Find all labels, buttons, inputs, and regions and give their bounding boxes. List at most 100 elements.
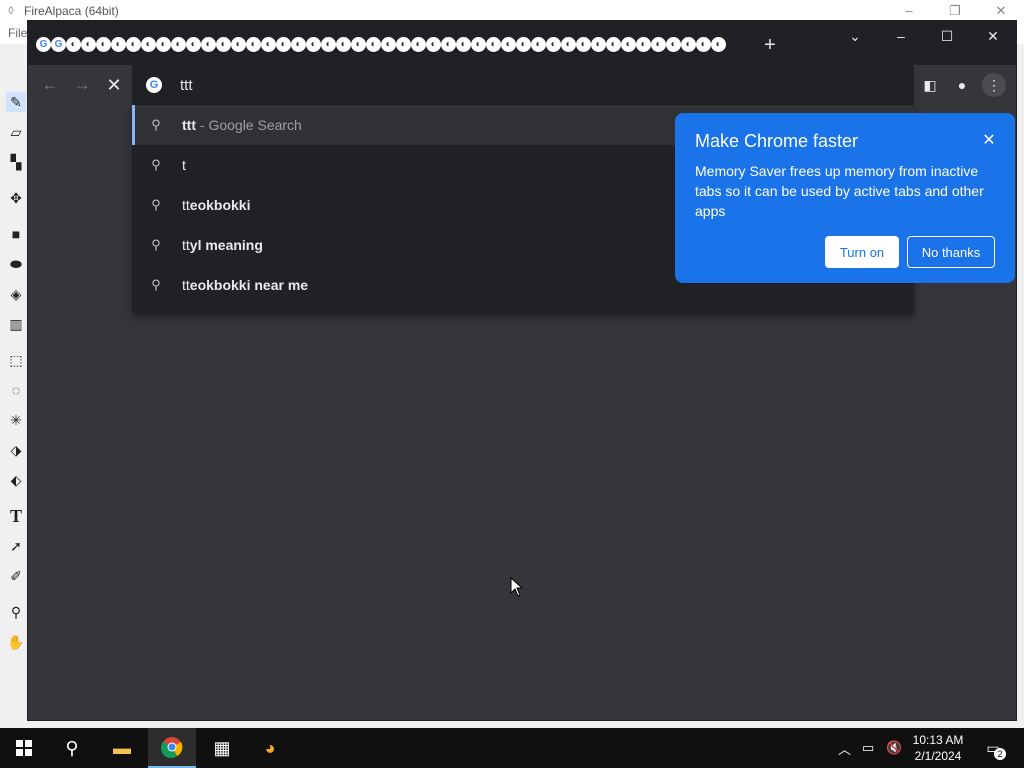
volume-muted-icon[interactable]: 🔇 [886, 728, 902, 768]
firealpaca-close-button[interactable]: ✕ [978, 0, 1024, 22]
tab-favicon-icon[interactable]: ◐ [216, 37, 231, 52]
chrome-close-button[interactable]: ✕ [970, 21, 1016, 51]
eraser-tool-icon[interactable]: ▱ [6, 122, 26, 142]
tab-favicon-icon[interactable]: ◐ [636, 37, 651, 52]
chrome-menu-icon[interactable]: ⋮ [982, 73, 1006, 97]
tab-favicon-icon[interactable]: ◐ [516, 37, 531, 52]
tab-favicon-icon[interactable]: ◐ [396, 37, 411, 52]
text-tool-icon[interactable]: T [6, 506, 26, 526]
tab-favicon-icon[interactable]: ◐ [156, 37, 171, 52]
tray-chevron-icon[interactable]: ︿ [838, 728, 851, 768]
tab-favicon-icon[interactable]: ◐ [231, 37, 246, 52]
tab-favicon-icon[interactable]: G [51, 37, 66, 52]
hand-tool-icon[interactable]: ✋ [6, 632, 26, 652]
memory-saver-promo: Make Chrome faster ✕ Memory Saver frees … [675, 113, 1015, 283]
firealpaca-title: FireAlpaca (64bit) [24, 4, 119, 18]
turn-on-button[interactable]: Turn on [825, 236, 899, 268]
brush-tool-icon[interactable]: ✎ [6, 92, 26, 112]
search-icon[interactable]: ⚲ [48, 728, 96, 768]
search-icon: ⚲ [151, 197, 161, 212]
tab-favicon-icon[interactable]: ◐ [81, 37, 96, 52]
no-thanks-button[interactable]: No thanks [907, 236, 995, 268]
bucket-tool-icon[interactable]: ◈ [6, 284, 26, 304]
address-bar-input[interactable] [180, 75, 680, 95]
back-arrow-icon[interactable]: ← [38, 73, 62, 97]
tab-favicon-icon[interactable]: ◐ [546, 37, 561, 52]
tab-favicon-icon[interactable]: ◐ [696, 37, 711, 52]
select-tool-icon[interactable]: ⬚ [6, 350, 26, 370]
magic-wand-tool-icon[interactable]: ✳ [6, 410, 26, 430]
tab-favicon-icon[interactable]: ◐ [291, 37, 306, 52]
tab-favicon-icon[interactable]: ◐ [501, 37, 516, 52]
suggestion-typed-text: tt [182, 197, 190, 213]
tab-favicon-icon[interactable]: ◐ [306, 37, 321, 52]
tab-favicon-icon[interactable]: ◐ [261, 37, 276, 52]
tab-favicon-icon[interactable]: ◐ [366, 37, 381, 52]
tab-favicon-icon[interactable]: ◐ [426, 37, 441, 52]
move-tool-icon[interactable]: ✥ [6, 188, 26, 208]
tab-favicon-icon[interactable]: ◐ [681, 37, 696, 52]
tab-favicon-icon[interactable]: ◐ [321, 37, 336, 52]
tab-favicon-icon[interactable]: G [36, 37, 51, 52]
tab-favicon-icon[interactable]: ◐ [246, 37, 261, 52]
start-windows-icon[interactable] [0, 728, 48, 768]
operation-tool-icon[interactable]: ➚ [6, 536, 26, 556]
tab-favicon-icon[interactable]: ◐ [201, 37, 216, 52]
forward-arrow-icon[interactable]: → [70, 73, 94, 97]
tab-favicon-icon[interactable]: ◐ [561, 37, 576, 52]
tab-favicon-icon[interactable]: ◐ [621, 37, 636, 52]
tab-favicon-icon[interactable]: ◐ [576, 37, 591, 52]
tab-favicon-icon[interactable]: ◐ [276, 37, 291, 52]
tab-favicon-icon[interactable]: ◐ [711, 37, 726, 52]
stop-loading-icon[interactable]: ✕ [102, 73, 126, 97]
chrome-maximize-button[interactable]: ☐ [924, 21, 970, 51]
tab-favicon-icon[interactable]: ◐ [66, 37, 81, 52]
eyedropper-tool-icon[interactable]: ⚲ [6, 602, 26, 622]
rectangle-tool-icon[interactable]: ■ [6, 224, 26, 244]
tab-favicon-icon[interactable]: ◐ [141, 37, 156, 52]
firealpaca-menu-file[interactable]: File [0, 22, 28, 44]
system-clock[interactable]: 10:13 AM 2/1/2024 [906, 732, 970, 764]
tab-favicon-icon[interactable]: ◐ [336, 37, 351, 52]
tab-favicon-icon[interactable]: ◐ [591, 37, 606, 52]
lasso-tool-icon[interactable]: ◌ [6, 380, 26, 400]
dot-tool-icon[interactable]: ▚ [6, 152, 26, 172]
tab-favicon-icon[interactable]: ◐ [486, 37, 501, 52]
tab-favicon-icon[interactable]: ◐ [171, 37, 186, 52]
gradient-tool-icon[interactable]: ▥ [6, 314, 26, 334]
shape-tool-icon[interactable]: ⬬ [6, 254, 26, 274]
tab-favicon-icon[interactable]: ◐ [126, 37, 141, 52]
tab-favicon-icon[interactable]: ◐ [381, 37, 396, 52]
tab-favicon-icon[interactable]: ◐ [531, 37, 546, 52]
network-icon[interactable]: ▭ [862, 728, 874, 768]
chrome-taskbar-icon[interactable] [148, 728, 196, 768]
tab-favicon-icon[interactable]: ◐ [96, 37, 111, 52]
tab-favicon-icon[interactable]: ◐ [456, 37, 471, 52]
tab-favicon-icon[interactable]: ◐ [186, 37, 201, 52]
file-explorer-icon[interactable]: ▬ [98, 728, 146, 768]
tab-favicon-icon[interactable]: ◐ [411, 37, 426, 52]
firealpaca-minimize-button[interactable]: – [886, 0, 932, 22]
tab-favicon-icon[interactable]: ◐ [651, 37, 666, 52]
tab-favicon-icon[interactable]: ◐ [441, 37, 456, 52]
tab-favicon-icon[interactable]: ◐ [471, 37, 486, 52]
notification-center-icon[interactable]: ▭ 2 [980, 736, 1006, 760]
tab-favicon-icon[interactable]: ◐ [111, 37, 126, 52]
tabs-row: G G ◐ ◐ ◐ ◐ ◐ ◐ ◐ ◐ ◐ ◐ ◐ ◐ ◐ ◐ ◐ ◐ ◐ ◐ ◐ ◐ ◐ ◐ ◐ ◐ ◐ ◐ ◐ ◐ ◐ ◐ ◐ ◐ ◐ ◐ ◐ ◐ ◐ ◐… [36, 37, 726, 57]
firealpaca-taskbar-icon[interactable]: ◕ [246, 728, 294, 768]
side-panel-icon[interactable]: ◧ [918, 73, 942, 97]
tab-favicon-icon[interactable]: ◐ [666, 37, 681, 52]
pen-tool-icon[interactable]: ✐ [6, 566, 26, 586]
new-tab-button[interactable]: + [760, 35, 780, 55]
tab-search-button[interactable]: ⌄ [832, 21, 878, 51]
tab-favicon-icon[interactable]: ◐ [606, 37, 621, 52]
select-eraser-tool-icon[interactable]: ⬖ [6, 470, 26, 490]
tab-favicon-icon[interactable]: ◐ [351, 37, 366, 52]
calculator-icon[interactable]: ▦ [198, 728, 246, 768]
firealpaca-titlebar: ◊ FireAlpaca (64bit) – ❐ ✕ [0, 0, 1024, 22]
promo-close-icon[interactable]: ✕ [979, 131, 999, 151]
select-pen-tool-icon[interactable]: ⬗ [6, 440, 26, 460]
firealpaca-restore-button[interactable]: ❐ [932, 0, 978, 22]
chrome-minimize-button[interactable]: – [878, 21, 924, 51]
profile-icon[interactable]: ● [950, 73, 974, 97]
